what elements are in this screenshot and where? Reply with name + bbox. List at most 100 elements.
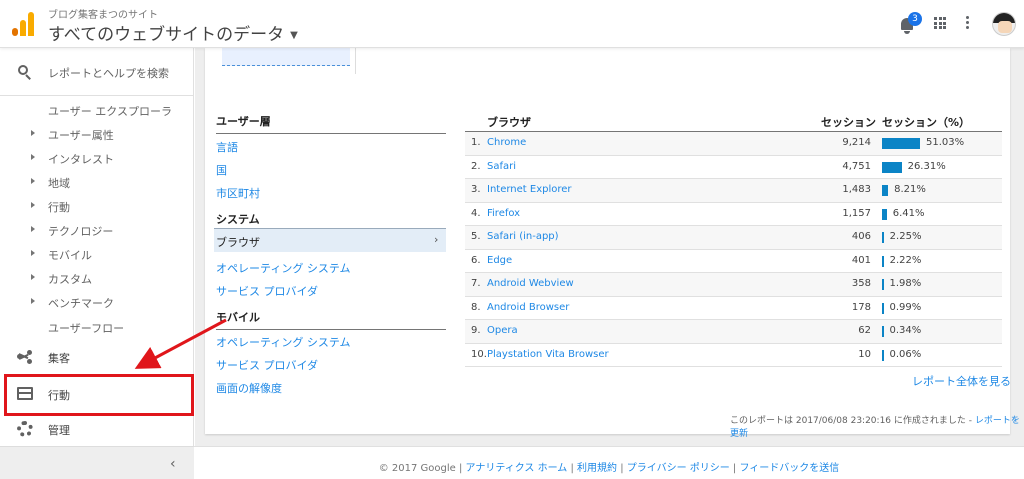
table-row: 5. Safari (in-app) 406 2.25% xyxy=(465,226,1002,250)
table-row: 3. Internet Explorer 1,483 8.21% xyxy=(465,179,1002,203)
property-selector[interactable]: すべてのウェブサイトのデータ ▼ xyxy=(48,20,298,45)
browser-link[interactable]: Safari (in-app) xyxy=(487,231,559,242)
browser-link[interactable]: Android Browser xyxy=(487,302,569,313)
row-rank: 10. xyxy=(471,348,487,360)
sidebar-item-label: ユーザー エクスプローラ xyxy=(48,105,172,118)
sessions-share-bar xyxy=(882,161,902,173)
sidebar-item-mobile[interactable]: モバイル xyxy=(0,242,194,266)
expand-arrow-icon xyxy=(31,250,35,256)
dimension-link-resolution[interactable]: 画面の解像度 xyxy=(216,380,282,396)
expand-arrow-icon xyxy=(31,178,35,184)
sessions-pct-value: 51.03% xyxy=(926,137,965,148)
sidebar-item-label: カスタム xyxy=(48,273,92,286)
dimension-link-country[interactable]: 国 xyxy=(216,162,227,178)
sessions-value: 62 xyxy=(858,325,871,336)
column-header-sessions-pct[interactable]: セッション（%） xyxy=(882,114,970,130)
browser-link[interactable]: Safari xyxy=(487,161,516,172)
section-heading-audience: ユーザー層 xyxy=(216,113,446,134)
sidebar-item-label: ユーザーフロー xyxy=(48,322,125,335)
dimension-link-mobile-os[interactable]: オペレーティング システム xyxy=(216,334,351,350)
sidebar-collapse-bar[interactable]: ‹ xyxy=(0,446,194,479)
sidebar-item-label: 行動 xyxy=(48,201,70,214)
sidebar-item-demographics[interactable]: ユーザー属性 xyxy=(0,122,194,146)
account-name[interactable]: ブログ集客まつのサイト xyxy=(48,6,158,21)
sidebar-item-user-flow[interactable]: ユーザーフロー xyxy=(0,315,194,339)
browser-link[interactable]: Opera xyxy=(487,325,518,336)
column-header-sessions[interactable]: セッション xyxy=(821,114,876,130)
sidebar-item-custom[interactable]: カスタム xyxy=(0,266,194,290)
dimension-link-isp[interactable]: サービス プロバイダ xyxy=(216,283,318,299)
analytics-logo-icon[interactable] xyxy=(12,12,34,36)
sidebar-item-label: テクノロジー xyxy=(48,225,114,238)
sessions-value: 4,751 xyxy=(842,160,871,172)
dimension-item-browser-active[interactable]: ブラウザ › xyxy=(214,228,446,252)
sessions-value: 178 xyxy=(851,301,871,313)
dimension-link-city[interactable]: 市区町村 xyxy=(216,185,260,201)
highlight-annotation-box xyxy=(4,374,194,416)
sidebar-item-acquisition[interactable]: 集客 xyxy=(0,340,194,374)
sidebar-item-label: ユーザー属性 xyxy=(48,129,114,142)
gear-icon xyxy=(17,421,33,437)
top-bar: ブログ集客まつのサイト すべてのウェブサイトのデータ ▼ 3 xyxy=(0,0,1024,48)
caret-down-icon: ▼ xyxy=(290,29,298,41)
sidebar-item-geo[interactable]: 地域 xyxy=(0,170,194,194)
browser-link[interactable]: Chrome xyxy=(487,137,526,148)
expand-arrow-icon xyxy=(31,202,35,208)
browser-link[interactable]: Playstation Vita Browser xyxy=(487,349,609,360)
divider xyxy=(355,48,356,74)
sessions-value: 10 xyxy=(858,348,871,360)
apps-grid-icon[interactable] xyxy=(934,17,946,29)
sidebar-item-user-explorer[interactable]: ユーザー エクスプローラ xyxy=(0,98,194,122)
footer: © 2017 Google | アナリティクス ホーム | 利用規約 | プライ… xyxy=(194,446,1024,479)
sessions-value: 401 xyxy=(851,254,871,266)
chevron-left-icon[interactable]: ‹ xyxy=(170,456,176,472)
row-rank: 1. xyxy=(471,137,481,148)
sessions-share-bar xyxy=(882,302,884,314)
footer-link-terms[interactable]: 利用規約 xyxy=(577,463,617,474)
sparkline-chart xyxy=(222,48,350,66)
dimension-link-mobile-isp[interactable]: サービス プロバイダ xyxy=(216,357,318,373)
sessions-value: 9,214 xyxy=(842,137,871,148)
avatar[interactable] xyxy=(992,12,1016,36)
expand-arrow-icon xyxy=(31,154,35,160)
sidebar-item-technology[interactable]: テクノロジー xyxy=(0,218,194,242)
footer-link-feedback[interactable]: フィードバックを送信 xyxy=(739,463,839,474)
row-rank: 9. xyxy=(471,325,481,336)
more-vert-icon[interactable] xyxy=(966,16,970,32)
sidebar-item-interests[interactable]: インタレスト xyxy=(0,146,194,170)
sessions-value: 358 xyxy=(851,278,871,289)
table-row: 10. Playstation Vita Browser 10 0.06% xyxy=(465,344,1002,367)
sidebar-item-label: インタレスト xyxy=(48,153,114,166)
full-report-link[interactable]: レポート全体を見る xyxy=(912,373,1011,389)
table-row: 7. Android Webview 358 1.98% xyxy=(465,273,1002,297)
sessions-share-bar xyxy=(882,208,887,220)
report-search[interactable]: レポートとヘルプを検索 xyxy=(0,48,194,96)
browser-link[interactable]: Internet Explorer xyxy=(487,184,572,195)
dimension-link-language[interactable]: 言語 xyxy=(216,139,238,155)
report-created-text: このレポートは 2017/06/08 23:20:16 に作成されました - レ… xyxy=(730,413,1024,439)
row-rank: 7. xyxy=(471,278,481,289)
sessions-pct-value: 1.98% xyxy=(889,278,922,289)
sidebar-item-label: 集客 xyxy=(48,352,70,365)
dimension-link-os[interactable]: オペレーティング システム xyxy=(216,260,351,276)
column-header-browser[interactable]: ブラウザ xyxy=(487,114,531,130)
table-row: 6. Edge 401 2.22% xyxy=(465,250,1002,273)
footer-link-privacy[interactable]: プライバシー ポリシー xyxy=(627,463,730,474)
acquisition-icon xyxy=(17,350,33,364)
browser-link[interactable]: Edge xyxy=(487,255,512,266)
sidebar-item-label: 地域 xyxy=(48,177,70,190)
sidebar-item-benchmark[interactable]: ベンチマーク xyxy=(0,290,194,314)
sidebar-item-admin[interactable]: 管理 xyxy=(0,412,194,446)
sessions-pct-value: 26.31% xyxy=(907,160,946,172)
table-row: 4. Firefox 1,157 6.41% xyxy=(465,203,1002,226)
table-header: ブラウザ セッション セッション（%） xyxy=(465,110,1002,132)
footer-link-home[interactable]: アナリティクス ホーム xyxy=(466,463,568,474)
copyright: © 2017 Google xyxy=(378,463,456,474)
search-icon xyxy=(18,65,32,80)
browser-link[interactable]: Firefox xyxy=(487,208,520,219)
sidebar-item-behavior-sub[interactable]: 行動 xyxy=(0,194,194,218)
browser-link[interactable]: Android Webview xyxy=(487,278,574,289)
sessions-share-bar xyxy=(882,279,884,290)
section-heading-mobile: モバイル xyxy=(216,309,446,330)
sidebar-item-label: モバイル xyxy=(48,249,92,262)
